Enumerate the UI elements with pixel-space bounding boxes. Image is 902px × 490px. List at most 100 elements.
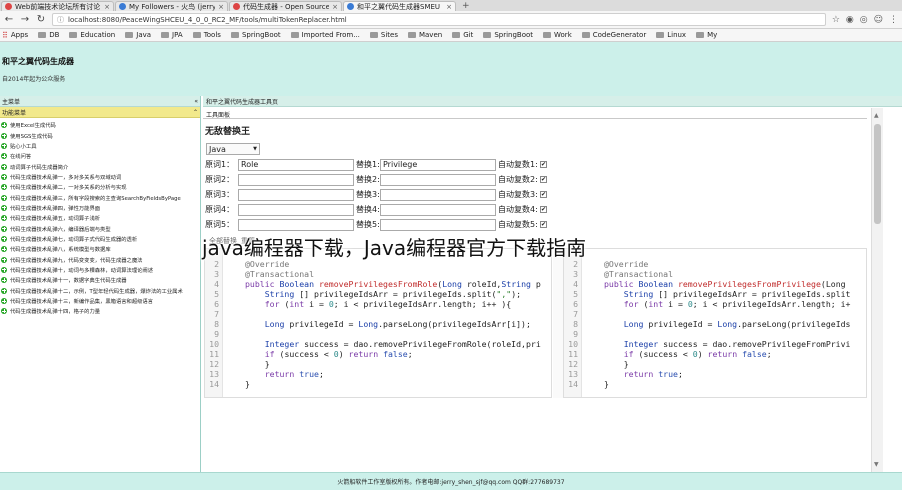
close-icon[interactable]: ×	[104, 3, 110, 11]
replace-row: 原词2： 替换2: 自动复数2: ✔	[205, 172, 547, 187]
code-line: 3 @Transactional	[205, 269, 541, 279]
code-token: Boolean	[279, 279, 319, 289]
profile-icon[interactable]: ☺	[874, 15, 883, 25]
bookmark-item[interactable]: Java	[125, 31, 151, 39]
menu-item[interactable]: 代码生成器技术乱弹十一，数据字典生代码生成器	[0, 275, 200, 285]
menu-icon[interactable]: ⋮	[889, 15, 898, 25]
menu-item[interactable]: 代码生成器技术乱弹十三，新编作品集，黑箱语言和超级语言	[0, 296, 200, 306]
back-icon[interactable]: ←	[4, 14, 14, 25]
bookmark-item[interactable]: DB	[38, 31, 59, 39]
new-tab-icon[interactable]: +	[462, 1, 470, 11]
bookmark-item[interactable]: My	[696, 31, 717, 39]
replace-input[interactable]: Privilege	[380, 158, 496, 171]
menu-item[interactable]: 代码生成器技术乱弹六，编译器后端与类型	[0, 223, 200, 233]
menu-item[interactable]: 使用Excel生成代码	[0, 120, 200, 130]
line-number: 14	[209, 379, 219, 389]
folder-icon	[38, 32, 47, 38]
menu-item[interactable]: 代码生成器技术乱弹五，动词算子浅析	[0, 213, 200, 223]
browser-tab[interactable]: 代码生成器 - Open Source ×	[229, 1, 342, 11]
extension-icon[interactable]: ◉	[846, 15, 854, 25]
close-icon[interactable]: ×	[218, 3, 224, 11]
auto-plural-checkbox[interactable]: ✔	[540, 176, 547, 183]
scrollbar-thumb[interactable]	[874, 124, 881, 224]
code-text: if (success < 0) return false;	[221, 349, 413, 359]
code-token: ; i < privilegeIdsArr.length; i++ ){	[333, 299, 512, 309]
bookmark-item[interactable]: Maven	[407, 31, 442, 39]
bookmark-item[interactable]: Sites	[369, 31, 398, 39]
language-select[interactable]: Java ▼	[206, 143, 260, 155]
replace-input[interactable]	[380, 173, 496, 186]
code-token: @Transactional	[604, 269, 674, 279]
source-code-editor[interactable]: 2 @Override 3 @Transactional 4 public Boolean…	[204, 248, 552, 398]
page-info-icon[interactable]: ⓘ	[57, 15, 64, 25]
browser-tab[interactable]: 和平之翼代码生成器SMEU ×	[343, 1, 456, 11]
tab-tool-page[interactable]: 和平之翼代码生成器工具页	[203, 96, 902, 107]
original-input[interactable]	[238, 188, 354, 201]
auto-plural-checkbox[interactable]: ✔	[540, 206, 547, 213]
bookmark-item[interactable]: Git	[452, 31, 473, 39]
auto-plural-checkbox[interactable]: ✔	[540, 221, 547, 228]
result-code-editor[interactable]: 2 @Override 3 @Transactional 4 public Boolean…	[563, 248, 867, 398]
menu-item[interactable]: 使用SGS生成代码	[0, 130, 200, 140]
menu-item[interactable]: 动词算子代码生成器简介	[0, 161, 200, 171]
bookmark-item[interactable]: JPA	[161, 31, 183, 39]
menu-item[interactable]: 代码生成器技术乱弹十二，示例，T型年轻代码生成器，爆炸法的工业属术	[0, 286, 200, 296]
scroll-up-icon[interactable]: ▲	[874, 112, 879, 119]
menu-item[interactable]: 代码生成器技术乱弹三，所有字段搜索的主查询SearchByFieldsByPag…	[0, 192, 200, 202]
code-line: 14}	[205, 379, 541, 389]
menu-item[interactable]: 代码生成器技术乱弹四，弹性万能界面	[0, 203, 200, 213]
original-input[interactable]	[238, 203, 354, 216]
close-icon[interactable]: ×	[446, 3, 452, 11]
chevron-up-icon[interactable]: ⌃	[193, 109, 198, 116]
code-line: 7	[205, 309, 541, 319]
code-token: true	[658, 369, 678, 379]
menu-item[interactable]: 代码生成器技术乱弹七，动词算子式代码生成器的透析	[0, 234, 200, 244]
bookmark-item[interactable]: SpringBoot	[230, 31, 281, 39]
extension-icon[interactable]: ◎	[860, 15, 868, 25]
replace-input[interactable]	[380, 218, 496, 231]
auto-plural-checkbox[interactable]: ✔	[540, 191, 547, 198]
line-number: 13	[568, 369, 578, 379]
replace-input[interactable]	[380, 203, 496, 216]
bookmark-item[interactable]: Tools	[192, 31, 221, 39]
code-line: 12 }	[205, 359, 541, 369]
code-token: }	[604, 379, 609, 389]
bookmark-item[interactable]: Work	[543, 31, 572, 39]
menu-item[interactable]: 代码生成器技术乱弹九，代码变变变，代码生成器之魔法	[0, 254, 200, 264]
replace-row: 原词5： 替换5: 自动复数5: ✔	[205, 217, 547, 232]
menu-item[interactable]: 代码生成器技术乱弹十，动词与多棵森林，动词算法理论阐述	[0, 265, 200, 275]
original-input[interactable]	[238, 173, 354, 186]
folder-icon	[452, 32, 461, 38]
browser-tab[interactable]: My Followers - 火鸟 (jerry ×	[115, 1, 228, 11]
vertical-scrollbar[interactable]: ▲ ▼	[871, 108, 883, 472]
submenu-header[interactable]: 功能菜单 ⌃	[0, 107, 200, 118]
bookmark-item[interactable]: CodeGenerator	[581, 31, 646, 39]
menu-item[interactable]: 代码生成器技术乱弹二，一对多关系的分析与实现	[0, 182, 200, 192]
bookmark-item[interactable]: SpringBoot	[483, 31, 533, 39]
original-input[interactable]	[238, 218, 354, 231]
url-input[interactable]: ⓘ localhost:8080/PeaceWingSHCEU_4_0_0_RC…	[52, 13, 826, 26]
bookmark-item[interactable]: Education	[69, 31, 115, 39]
auto-plural-checkbox[interactable]: ✔	[540, 161, 547, 168]
menu-item[interactable]: 代码生成器技术乱弹十四，格子的力量	[0, 306, 200, 316]
collapse-icon[interactable]: «	[194, 98, 198, 105]
replace-input[interactable]	[380, 188, 496, 201]
code-line: 5 String [] privilegeIdsArr = privilegeI…	[564, 289, 851, 299]
menu-item[interactable]: 代码生成器技术乱弹八，系统模型与数据库	[0, 244, 200, 254]
bookmark-item[interactable]: Linux	[656, 31, 686, 39]
original-input[interactable]: Role	[238, 158, 354, 171]
bookmark-item[interactable]: ⠿ Apps	[2, 31, 28, 40]
menu-item[interactable]: 在线问答	[0, 151, 200, 161]
reload-icon[interactable]: ↻	[36, 14, 46, 25]
forward-icon[interactable]: →	[20, 14, 30, 25]
browser-tab[interactable]: Web前端技术论坛所有讨论 ×	[1, 1, 114, 11]
close-icon[interactable]: ×	[332, 3, 338, 11]
bookmark-star-icon[interactable]: ☆	[832, 15, 840, 25]
bookmark-item[interactable]: Imported From...	[290, 31, 360, 39]
code-token: ;	[677, 369, 683, 379]
menu-item[interactable]: 贴心小工具	[0, 141, 200, 151]
scroll-down-icon[interactable]: ▼	[874, 461, 879, 468]
menu-item[interactable]: 代码生成器技术乱弹一，多对多关系与双域动词	[0, 172, 200, 182]
